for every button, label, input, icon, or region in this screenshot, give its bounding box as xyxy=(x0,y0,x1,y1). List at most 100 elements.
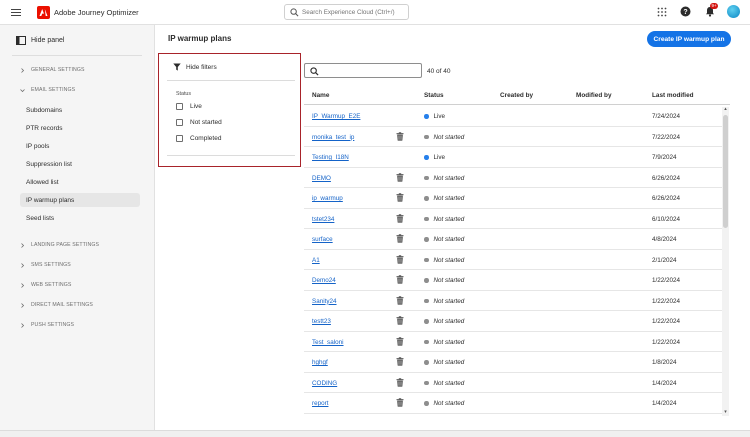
delete-icon[interactable] xyxy=(396,254,404,264)
chevron-right-icon xyxy=(21,322,25,328)
table-row[interactable]: ip_warmup Not started 6/26/2024 xyxy=(304,188,722,209)
delete-icon[interactable] xyxy=(396,316,404,325)
section-email-settings[interactable]: EMAIL SETTINGS xyxy=(20,87,75,93)
checkbox[interactable] xyxy=(176,119,183,126)
column-header-last-modified[interactable]: Last modified xyxy=(652,92,694,99)
delete-icon[interactable] xyxy=(396,213,404,223)
sidebar-item-subdomains[interactable]: Subdomains xyxy=(20,103,140,117)
plan-name-link[interactable]: tstet234 xyxy=(312,216,334,223)
table-row[interactable]: monika_test_ip Not started 7/22/2024 xyxy=(304,127,722,147)
sidebar-item-seed-lists[interactable]: Seed lists xyxy=(20,211,140,225)
delete-icon[interactable] xyxy=(396,377,404,387)
delete-icon[interactable] xyxy=(396,275,404,284)
table-row[interactable]: Testing_I18N Live 7/9/2024 xyxy=(304,147,722,168)
table-row[interactable]: Test_saloni Not started 1/22/2024 xyxy=(304,332,722,352)
section-push-settings[interactable]: PUSH SETTINGS xyxy=(20,322,74,328)
divider xyxy=(12,55,142,56)
delete-icon[interactable] xyxy=(396,336,404,346)
sidebar-item-ptr-records[interactable]: PTR records xyxy=(20,121,140,135)
filter-completed-checkbox[interactable]: Completed xyxy=(176,135,221,142)
delete-icon[interactable] xyxy=(396,131,404,141)
checkbox[interactable] xyxy=(176,135,183,142)
scroll-up-icon[interactable]: ▴ xyxy=(723,107,728,112)
plan-name-link[interactable]: monika_test_ip xyxy=(312,134,354,141)
plan-name-link[interactable]: A1 xyxy=(312,257,320,264)
scroll-down-icon[interactable]: ▾ xyxy=(723,410,728,415)
status-cell: Live xyxy=(424,113,445,120)
table-search-input[interactable] xyxy=(304,63,422,78)
table-row[interactable]: tstet234 Not started 6/10/2024 xyxy=(304,209,722,229)
table-row[interactable]: Demo24 Not started 1/22/2024 xyxy=(304,270,722,291)
section-landing-page-settings[interactable]: LANDING PAGE SETTINGS xyxy=(20,242,99,248)
section-general-settings[interactable]: GENERAL SETTINGS xyxy=(20,67,85,73)
plan-name-link[interactable]: DEMO xyxy=(312,175,331,182)
table-row[interactable]: IP_Warmup_E2E Live 7/24/2024 xyxy=(304,106,722,127)
status-text: Not started xyxy=(433,215,465,223)
plan-name-link[interactable]: Testing_I18N xyxy=(312,154,349,161)
column-header-status[interactable]: Status xyxy=(424,92,444,99)
table-row[interactable]: surface Not started 4/8/2024 xyxy=(304,229,722,250)
scroll-thumb[interactable] xyxy=(723,115,728,228)
column-header-created-by[interactable]: Created by xyxy=(500,92,533,99)
section-web-settings[interactable]: WEB SETTINGS xyxy=(20,282,71,288)
plan-name-link[interactable]: hghgf xyxy=(312,359,328,366)
section-direct-mail-settings[interactable]: DIRECT MAIL SETTINGS xyxy=(20,302,93,308)
plan-name-link[interactable]: Demo24 xyxy=(312,277,336,284)
sidebar-item-ip-pools[interactable]: IP pools xyxy=(20,139,140,153)
plan-name-link[interactable]: IP_Warmup_E2E xyxy=(312,113,360,120)
checkbox-label: Completed xyxy=(190,135,222,142)
apps-grid-icon[interactable] xyxy=(655,5,668,18)
table-row[interactable]: testt23 Not started 1/22/2024 xyxy=(304,311,722,332)
plan-name-link[interactable]: testt23 xyxy=(312,318,331,325)
page-title: IP warmup plans xyxy=(168,34,232,43)
chevron-right-icon xyxy=(21,302,25,308)
section-label: GENERAL SETTINGS xyxy=(31,67,85,73)
divider xyxy=(167,80,295,81)
avatar[interactable] xyxy=(727,5,740,18)
sidebar-item-suppression-list[interactable]: Suppression list xyxy=(20,157,140,171)
column-header-name[interactable]: Name xyxy=(312,92,329,99)
status-dot-icon xyxy=(424,401,429,406)
delete-icon[interactable] xyxy=(396,172,404,182)
table-row[interactable]: Sanity24 Not started 1/22/2024 xyxy=(304,291,722,311)
plan-name-link[interactable]: ip_warmup xyxy=(312,195,343,202)
status-dot-icon xyxy=(424,360,429,365)
adobe-logo-icon[interactable] xyxy=(37,6,50,19)
app-title[interactable]: Adobe Journey Optimizer xyxy=(54,8,139,17)
status-cell: Not started xyxy=(424,318,464,325)
status-cell: Live xyxy=(424,154,445,161)
delete-icon[interactable] xyxy=(396,295,404,305)
status-cell: Not started xyxy=(424,359,464,366)
menu-icon[interactable] xyxy=(11,7,21,17)
table-scrollbar[interactable]: ▴ ▾ xyxy=(722,107,729,416)
sidebar-item-ip-warmup-plans[interactable]: IP warmup plans xyxy=(20,193,140,207)
plan-name-link[interactable]: Sanity24 xyxy=(312,298,337,305)
bell-icon[interactable]: 9+ xyxy=(703,3,719,18)
main-content: IP warmup plans Create IP warmup plan Hi… xyxy=(156,25,750,430)
table-row[interactable]: hghgf Not started 1/8/2024 xyxy=(304,352,722,373)
delete-icon[interactable] xyxy=(396,234,404,243)
sidebar-item-allowed-list[interactable]: Allowed list xyxy=(20,175,140,189)
plan-name-link[interactable]: Test_saloni xyxy=(312,339,344,346)
table-row[interactable]: A1 Not started 2/1/2024 xyxy=(304,250,722,270)
delete-icon[interactable] xyxy=(396,357,404,366)
table-row[interactable]: CODING Not started 1/4/2024 xyxy=(304,373,722,393)
help-icon[interactable]: ? xyxy=(679,5,692,18)
table-row[interactable]: report Not started 1/4/2024 xyxy=(304,393,722,414)
plan-name-link[interactable]: CODING xyxy=(312,380,337,387)
delete-icon[interactable] xyxy=(396,193,404,202)
status-dot-icon xyxy=(424,257,429,263)
filter-live-checkbox[interactable]: Live xyxy=(176,103,202,110)
global-search-input[interactable]: Search Experience Cloud (Ctrl+/) xyxy=(284,4,409,20)
create-ip-warmup-plan-button[interactable]: Create IP warmup plan xyxy=(647,31,731,47)
hide-filters-button[interactable]: Hide filters xyxy=(173,63,217,71)
checkbox[interactable] xyxy=(176,103,183,110)
table-row[interactable]: DEMO Not started 6/26/2024 xyxy=(304,168,722,188)
plan-name-link[interactable]: report xyxy=(312,400,328,407)
section-sms-settings[interactable]: SMS SETTINGS xyxy=(20,262,71,268)
plan-name-link[interactable]: surface xyxy=(312,236,333,243)
filter-not-started-checkbox[interactable]: Not started xyxy=(176,119,222,126)
column-header-modified-by[interactable]: Modified by xyxy=(576,92,612,99)
hide-panel-button[interactable]: Hide panel xyxy=(16,36,64,45)
delete-icon[interactable] xyxy=(396,398,404,407)
